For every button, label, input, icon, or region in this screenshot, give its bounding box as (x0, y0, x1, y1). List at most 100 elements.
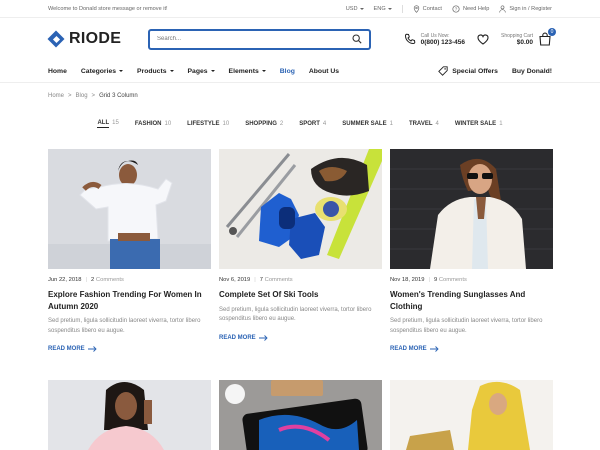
filter-count: 10 (222, 121, 230, 127)
chevron-down-icon (359, 7, 364, 10)
nav-label: Pages (187, 67, 208, 75)
nav-item-blog[interactable]: Blog (280, 68, 295, 75)
post-image-tablet[interactable] (219, 380, 382, 450)
filter-label: SUMMER SALE (342, 121, 387, 127)
divider: | (254, 277, 256, 283)
nav-label: Blog (279, 67, 295, 75)
map-pin-icon (413, 4, 419, 13)
filter-count: 15 (112, 120, 119, 126)
post-image-woman-pink[interactable] (48, 380, 211, 450)
special-offers-link[interactable]: Special Offers (438, 66, 498, 76)
post-date[interactable]: Nov 18, 2019 (390, 277, 424, 283)
filter-travel[interactable]: TRAVEL 4 (409, 121, 439, 127)
filter-count: 1 (389, 121, 393, 127)
divider: | (428, 277, 430, 283)
filter-all[interactable]: ALL 15 (97, 120, 119, 128)
post-image-sunglasses-woman[interactable] (390, 149, 553, 269)
cart[interactable]: Shopping Cart $0.00 0 (501, 28, 556, 46)
post-image-yellow-hoodie[interactable] (390, 380, 553, 450)
header: RIODE Call Us Now: 0(800) 123-456 Shoppi… (0, 18, 600, 60)
post-title[interactable]: Explore Fashion Trending For Women In Au… (48, 289, 211, 312)
comment-word: Comments (264, 277, 293, 283)
post-meta: Jun 22, 2018 | 2 Comments (48, 277, 211, 283)
help-link[interactable]: ? Need Help (452, 4, 490, 13)
language-label: ENG (373, 5, 386, 12)
post-image-fashion-woman[interactable] (48, 149, 211, 269)
filter-summer-sale[interactable]: SUMMER SALE 1 (342, 121, 393, 127)
post-comments[interactable]: 9 Comments (434, 277, 467, 283)
comment-word: Comments (95, 277, 124, 283)
breadcrumb-current: Grid 3 Column (99, 92, 138, 99)
post-comments[interactable]: 7 Comments (260, 277, 293, 283)
nav-item-categories[interactable]: Categories (80, 67, 124, 75)
special-offers-label: Special Offers (452, 67, 498, 75)
buy-link[interactable]: Buy Donald! (512, 68, 552, 75)
arrow-right-icon (429, 346, 439, 352)
sign-in-link[interactable]: Sign in / Register (499, 5, 552, 13)
filter-count: 4 (435, 121, 439, 127)
blog-grid: Jun 22, 2018 | 2 Comments Explore Fashio… (48, 149, 553, 380)
nav-item-elements[interactable]: Elements (229, 68, 266, 75)
cart-total: $0.00 (516, 38, 533, 46)
divider: | (85, 277, 88, 283)
filter-lifestyle[interactable]: LIFESTYLE 10 (187, 121, 229, 127)
heart-icon[interactable] (477, 34, 489, 45)
post-meta: Nov 6, 2019 | 7 Comments (219, 277, 382, 283)
read-more-link[interactable]: READ MORE (48, 346, 211, 352)
nav-item-pages[interactable]: Pages (188, 68, 215, 75)
nav-item-about-us[interactable]: About Us (309, 68, 339, 75)
blog-post: Nov 18, 2019 | 9 Comments Women's Trendi… (390, 149, 553, 380)
call-us[interactable]: Call Us Now: 0(800) 123-456 (404, 33, 465, 46)
logo-icon (47, 30, 65, 48)
filter-label: ALL (97, 120, 110, 128)
post-meta: Nov 18, 2019 | 9 Comments (390, 277, 553, 283)
post-date[interactable]: Jun 22, 2018 (48, 277, 82, 283)
logo[interactable]: RIODE (47, 30, 148, 48)
filter-count: 4 (322, 121, 327, 127)
search-icon[interactable] (352, 34, 362, 44)
phone-number: 0(800) 123-456 (420, 38, 466, 46)
chevron-down-icon (119, 70, 124, 72)
main-nav: Home Categories Products Pages Elements … (0, 60, 600, 82)
post-date[interactable]: Nov 6, 2019 (219, 277, 250, 283)
nav-label: Elements (228, 67, 259, 75)
search-input[interactable] (157, 36, 337, 42)
comment-count: 9 (434, 277, 438, 283)
sign-in-label: Sign in / Register (509, 5, 552, 12)
shopping-bag-icon: 0 (538, 28, 556, 46)
post-image-ski-tools[interactable] (219, 149, 382, 269)
read-more-label: READ MORE (219, 334, 256, 341)
breadcrumb: Home > Blog > Grid 3 Column (0, 82, 600, 108)
breadcrumb-blog[interactable]: Blog (76, 93, 88, 99)
filter-shopping[interactable]: SHOPPING 2 (245, 121, 283, 127)
welcome-message: Welcome to Donald store message or remov… (48, 5, 168, 12)
read-more-link[interactable]: READ MORE (390, 346, 553, 352)
filter-sport[interactable]: SPORT 4 (299, 121, 326, 127)
search-box (148, 28, 371, 50)
filter-count: 1 (499, 121, 503, 127)
read-more-label: READ MORE (48, 346, 85, 352)
breadcrumb-home[interactable]: Home (48, 93, 64, 99)
nav-label: Categories (80, 67, 117, 75)
nav-item-home[interactable]: Home (48, 68, 67, 75)
post-title[interactable]: Women's Trending Sunglasses And Clothing (390, 289, 553, 312)
nav-item-products[interactable]: Products (137, 68, 174, 75)
filter-fashion[interactable]: FASHION 10 (135, 121, 171, 127)
nav-label: About Us (308, 67, 340, 75)
filter-winter-sale[interactable]: WINTER SALE 1 (455, 121, 503, 127)
post-title[interactable]: Complete Set Of Ski Tools (219, 289, 382, 301)
filter-label: TRAVEL (408, 121, 433, 127)
post-comments[interactable]: 2 Comments (91, 277, 124, 283)
language-select[interactable]: ENG (374, 6, 392, 12)
top-bar: Welcome to Donald store message or remov… (0, 0, 600, 18)
read-more-link[interactable]: READ MORE (219, 335, 382, 341)
currency-select[interactable]: USD (346, 6, 364, 12)
tag-icon (438, 66, 448, 76)
phone-icon (404, 33, 415, 45)
contact-link[interactable]: Contact (413, 4, 442, 13)
nav-label: Home (48, 67, 67, 75)
blog-post: Jun 22, 2018 | 2 Comments Explore Fashio… (48, 149, 211, 380)
chevron-down-icon (169, 70, 174, 72)
help-label: Need Help (462, 5, 490, 12)
chevron-down-icon (210, 70, 215, 72)
